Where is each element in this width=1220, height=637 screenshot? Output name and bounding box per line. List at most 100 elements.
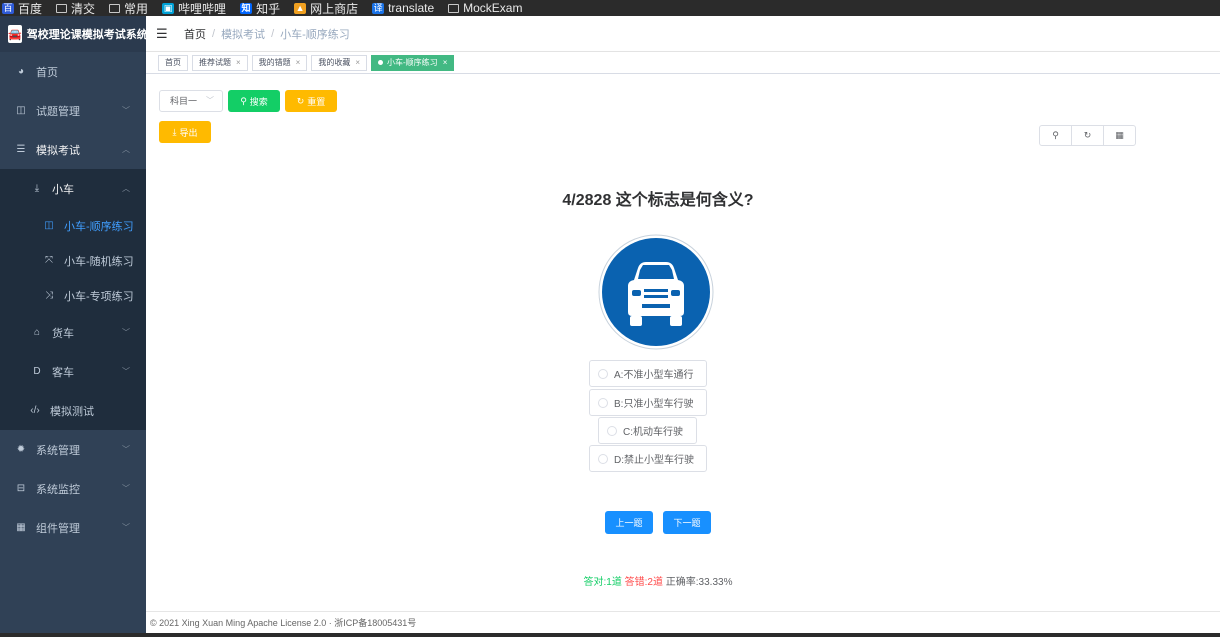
option-b[interactable]: B:只准小型车行驶 [589, 389, 707, 416]
gear-icon: ✹ [16, 444, 26, 455]
book-icon: ◫ [44, 220, 54, 231]
tag-home[interactable]: 首页 [158, 54, 188, 71]
close-icon[interactable]: × [236, 56, 241, 70]
option-d[interactable]: D:禁止小型车行驶 [589, 445, 707, 472]
tag-recommended[interactable]: 推荐试题 × [192, 54, 248, 71]
option-a[interactable]: A:不准小型车通行 [589, 360, 707, 387]
reset-button[interactable]: ↻ 重置 [285, 90, 337, 112]
sidebar-item-car[interactable]: ⤓ 小车 ︿ [0, 169, 146, 208]
radio-icon [607, 425, 617, 436]
bookmark-bilibili[interactable]: ▣ 哔哩哔哩 [162, 0, 226, 16]
chevron-down-icon: ﹀ [122, 328, 130, 337]
translate-icon: 译 [372, 2, 385, 14]
chevron-up-icon: ︿ [122, 145, 130, 154]
download-icon: ⤓ [172, 126, 177, 137]
grid-icon: ▦ [1115, 130, 1124, 140]
chevron-down-icon: ﹀ [122, 445, 130, 454]
database-icon: ☰ [16, 144, 26, 155]
radio-icon [598, 453, 608, 464]
refresh-icon: ↻ [296, 95, 305, 106]
dashboard-icon: ◕ [17, 66, 25, 77]
bookmark-qingjiao[interactable]: 清交 [56, 0, 95, 16]
next-question-button[interactable]: 下一题 [663, 511, 711, 534]
radio-icon [598, 368, 608, 379]
app-logo[interactable]: 🚘 驾校理论课模拟考试系统 [0, 16, 146, 52]
chevron-down-icon: ﹀ [122, 367, 130, 376]
close-icon[interactable]: × [355, 56, 360, 70]
lock-icon: ⌂ [33, 327, 41, 338]
sidebar-item-exam[interactable]: ☰ 模拟考试 ︿ [0, 130, 146, 169]
sidebar-item-truck[interactable]: ⌂ 货车 ﹀ [0, 313, 146, 352]
columns-button[interactable]: ▦ [1104, 126, 1135, 145]
tag-car-sequential[interactable]: 小车-顺序练习 × [371, 54, 455, 71]
sidebar: 🚘 驾校理论课模拟考试系统 ◕ 首页 ◫ 试题管理 ﹀ ☰ 模拟考试 ︿ ⤓ 小… [0, 16, 146, 637]
question-text: 这个标志是何含义? [615, 192, 754, 209]
car-logo-icon: 🚘 [8, 25, 22, 43]
bookmark-translate[interactable]: 译 translate [372, 1, 434, 15]
sidebar-item-car-sequential[interactable]: ◫ 小车-顺序练习 [0, 208, 146, 243]
answer-stats: 答对:1道 答错:2道 正确率:33.33% [146, 573, 1170, 588]
bookmark-mockexam[interactable]: MockExam [448, 1, 522, 15]
sidebar-item-mock-test[interactable]: ‹/› 模拟测试 [0, 391, 146, 430]
tag-wrong-questions[interactable]: 我的错题 × [251, 54, 308, 71]
sidebar-item-car-random[interactable]: ⤧ 小车-随机练习 [0, 243, 146, 278]
breadcrumb-exam[interactable]: 模拟考试 [221, 26, 265, 42]
search-button[interactable]: ⚲ 搜索 [228, 90, 280, 112]
wrong-count: 答错:2道 [624, 577, 663, 588]
bookmark-shop[interactable]: ▲ 网上商店 [294, 0, 358, 16]
window-bottom-edge [0, 633, 1220, 637]
close-icon[interactable]: × [443, 56, 448, 70]
breadcrumb-home[interactable]: 首页 [184, 26, 206, 42]
accuracy-rate: 正确率:33.33% [665, 577, 733, 588]
toggle-search-button[interactable]: ⚲ [1040, 126, 1072, 145]
monitor-icon: ⊟ [16, 483, 26, 494]
compress-icon: ⤨ [45, 290, 53, 301]
right-toolbar: ⚲ ↻ ▦ [1039, 125, 1136, 146]
sidebar-item-bus[interactable]: D 客车 ﹀ [0, 352, 146, 391]
export-button[interactable]: ⤓ 导出 [159, 121, 211, 143]
search-icon: ⚲ [240, 95, 247, 106]
app-title: 驾校理论课模拟考试系统 [26, 29, 146, 41]
chevron-down-icon: ﹀ [122, 523, 130, 532]
sidebar-item-monitor[interactable]: ⊟ 系统监控 ﹀ [0, 469, 146, 508]
bookmark-changyong[interactable]: 常用 [109, 0, 148, 16]
subject-select[interactable]: 科目一 ﹀ [159, 90, 223, 112]
radio-icon [598, 397, 608, 408]
hamburger-icon[interactable]: ☰ [156, 26, 170, 42]
grid-icon: ▦ [16, 522, 26, 533]
sidebar-item-system[interactable]: ✹ 系统管理 ﹀ [0, 430, 146, 469]
chevron-down-icon: ﹀ [122, 106, 130, 115]
close-icon[interactable]: × [296, 56, 301, 70]
app-main: 科目一 ﹀ ⚲ 搜索 ↻ 重置 ⤓ 导出 ⚲ ↻ ▦ 4/2828 这个标志是何… [146, 74, 1220, 611]
tags-view: 首页 推荐试题 × 我的错题 × 我的收藏 × 小车-顺序练习 × [146, 52, 1220, 74]
bilibili-icon: ▣ [162, 2, 175, 14]
book-icon: ◫ [16, 105, 26, 116]
bookmark-baidu[interactable]: 百百度 [2, 0, 42, 16]
folder-icon [109, 3, 121, 13]
search-icon: ⚲ [1052, 130, 1059, 140]
sidebar-item-components[interactable]: ▦ 组件管理 ﹀ [0, 508, 146, 547]
footer: © 2021 Xing Xuan Ming Apache License 2.0… [146, 611, 1220, 633]
sidebar-item-car-special[interactable]: ⤨ 小车-专项练习 [0, 278, 146, 313]
question-title: 4/2828 这个标志是何含义? [146, 186, 1170, 210]
download-icon: ⤓ [34, 183, 40, 194]
baidu-icon: 百 [2, 2, 14, 14]
correct-count: 答对:1道 [583, 577, 622, 588]
sidebar-item-home[interactable]: ◕ 首页 [0, 52, 146, 91]
question-progress: 4/2828 [562, 192, 612, 209]
bookmark-zhihu[interactable]: 知知乎 [240, 0, 280, 16]
chevron-up-icon: ︿ [122, 184, 130, 193]
folder-icon [448, 3, 460, 13]
active-dot-icon [378, 60, 384, 65]
navbar: ☰ 首页 / 模拟考试 / 小车-顺序练习 [146, 16, 1220, 52]
chevron-down-icon: ﹀ [206, 96, 214, 105]
footer-text: © 2021 Xing Xuan Ming Apache License 2.0… [150, 618, 417, 628]
bookmarks-bar: 百百度 清交 常用 ▣ 哔哩哔哩 知知乎 ▲ 网上商店 译 translate Moc… [0, 0, 1220, 16]
refresh-button[interactable]: ↻ [1072, 126, 1104, 145]
folder-icon [56, 3, 68, 13]
sidebar-item-questions[interactable]: ◫ 试题管理 ﹀ [0, 91, 146, 130]
tag-favorites[interactable]: 我的收藏 × [311, 54, 368, 71]
prev-question-button[interactable]: 上一题 [605, 511, 653, 534]
bus-icon: D [33, 366, 41, 377]
option-c[interactable]: C:机动车行驶 [598, 417, 697, 444]
